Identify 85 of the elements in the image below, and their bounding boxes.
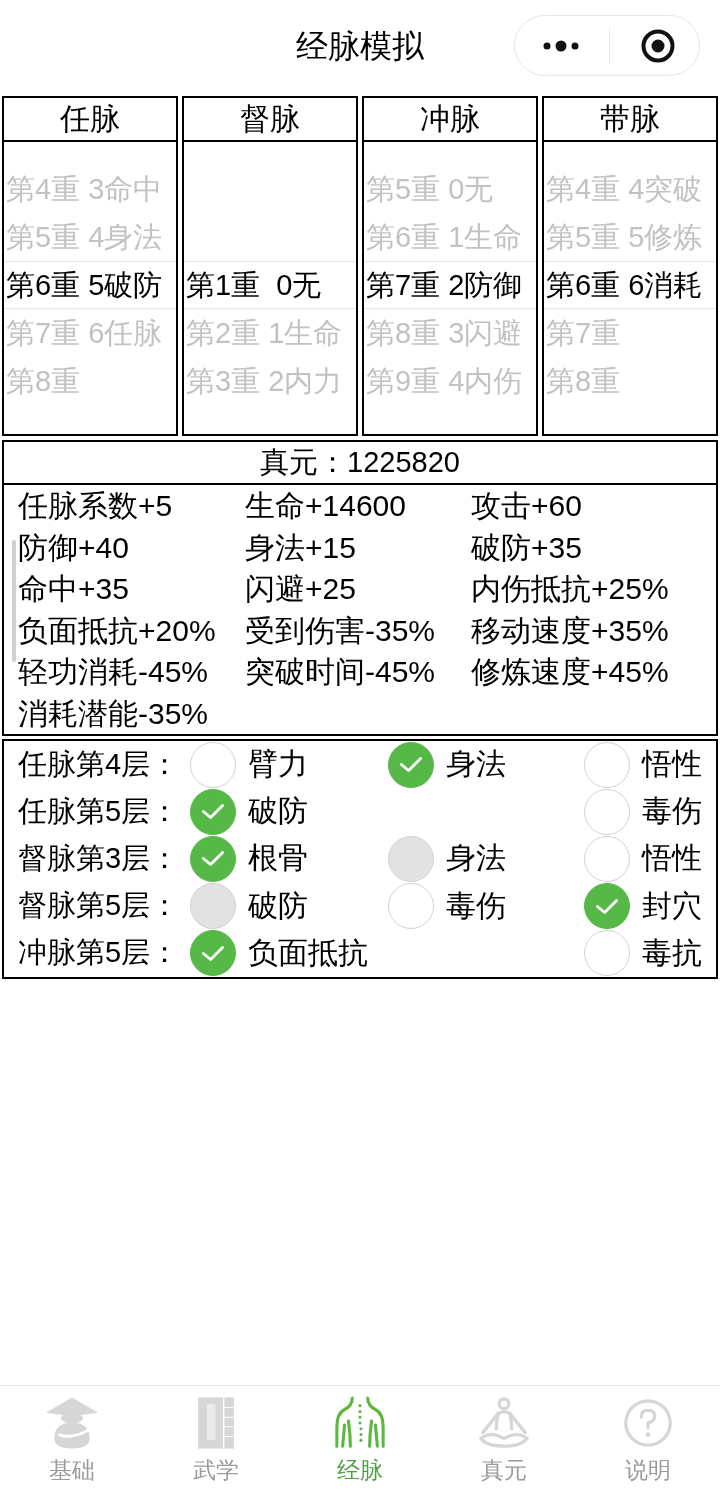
- column-header: 任脉: [4, 98, 176, 142]
- checkbox[interactable]: [584, 835, 630, 882]
- option-label: 根骨: [248, 840, 308, 877]
- stat-text: 受到伤害-35%: [245, 612, 437, 649]
- picker-option[interactable]: 第1重 0无: [184, 261, 356, 309]
- row-label: 任脉第4层：: [18, 746, 181, 782]
- picker-option[interactable]: 第4重 4突破: [544, 165, 716, 213]
- option-label: 臂力: [248, 746, 308, 783]
- option-label: 身法: [446, 840, 506, 877]
- row-label: 督脉第5层：: [18, 888, 181, 924]
- option-label: 破防: [248, 793, 308, 830]
- picker-option[interactable]: 第9重 4内伤: [364, 357, 536, 405]
- checkbox[interactable]: [190, 788, 236, 835]
- checkbox[interactable]: [584, 883, 630, 930]
- checkbox[interactable]: [190, 930, 236, 977]
- tab-item[interactable]: 真元: [432, 1386, 576, 1498]
- option-label: 悟性: [642, 746, 702, 783]
- picker-option[interactable]: 第6重 1生命: [364, 213, 536, 261]
- option-label: 毒伤: [642, 793, 702, 830]
- stat-text: 移动速度+35%: [471, 612, 670, 649]
- picker-option[interactable]: 第4重 3命中: [4, 165, 176, 213]
- option-label: 毒伤: [446, 887, 506, 924]
- checkbox[interactable]: [584, 930, 630, 977]
- stat-text: 闪避+25: [245, 571, 357, 607]
- stat-text: 负面抵抗+20%: [18, 612, 217, 649]
- option-label: 破防: [248, 887, 308, 924]
- picker-option[interactable]: 第2重 1生命: [184, 309, 356, 357]
- page-title: 经脉模拟: [296, 27, 424, 66]
- picker-option[interactable]: 第8重: [544, 357, 716, 405]
- column-header: 带脉: [544, 98, 716, 142]
- checkbox[interactable]: [190, 741, 236, 788]
- option-label: 悟性: [642, 840, 702, 877]
- picker-option[interactable]: 第8重 3闪避: [364, 309, 536, 357]
- stats-header: 真元：1225820: [4, 442, 716, 485]
- option-label: 身法: [446, 746, 506, 783]
- stat-text: 突破时间-45%: [245, 654, 437, 690]
- picker-option[interactable]: 第8重: [4, 357, 176, 405]
- tab-item[interactable]: 基础: [0, 1386, 144, 1498]
- checkbox[interactable]: [388, 741, 434, 788]
- stat-text: 轻功消耗-45%: [18, 654, 210, 690]
- picker-option[interactable]: 第7重 6任脉: [4, 309, 176, 357]
- tab-item[interactable]: 说明: [576, 1386, 720, 1498]
- picker-option[interactable]: 第3重 2内力: [184, 357, 356, 405]
- meditation-icon: [477, 1396, 531, 1450]
- stat-text: 防御+40: [18, 529, 130, 566]
- picker-option[interactable]: 第6重 5破防: [4, 261, 176, 309]
- checkmark-icon: [201, 944, 225, 962]
- picker-option[interactable]: 第5重 4身法: [4, 213, 176, 261]
- help-icon: [621, 1396, 675, 1450]
- tab-item[interactable]: 武学: [144, 1386, 288, 1498]
- stat-text: 任脉系数+5: [18, 488, 174, 524]
- checkbox[interactable]: [584, 741, 630, 788]
- stat-text: 内伤抵抗+25%: [471, 571, 670, 607]
- row-label: 督脉第3层：: [18, 840, 181, 876]
- row-label: 冲脉第5层：: [18, 935, 181, 971]
- option-label: 负面抵抗: [248, 934, 368, 971]
- checkbox[interactable]: [388, 883, 434, 930]
- checkbox[interactable]: [190, 835, 236, 882]
- column-header: 冲脉: [364, 98, 536, 142]
- stat-text: 攻击+60: [471, 488, 583, 524]
- picker-option[interactable]: 第6重 6消耗: [544, 261, 716, 309]
- stat-text: 破防+35: [471, 529, 583, 566]
- checkmark-icon: [399, 756, 423, 774]
- picker-option[interactable]: 第7重: [544, 309, 716, 357]
- checkbox[interactable]: [584, 788, 630, 835]
- stat-text: 生命+14600: [245, 488, 407, 524]
- target-icon[interactable]: [641, 28, 675, 63]
- more-icon[interactable]: [543, 39, 579, 52]
- checkmark-icon: [595, 897, 619, 915]
- stat-text: 身法+15: [245, 529, 357, 566]
- checkmark-icon: [201, 850, 225, 868]
- column-header: 督脉: [184, 98, 356, 142]
- option-label: 封穴: [642, 887, 702, 924]
- row-label: 任脉第5层：: [18, 793, 181, 829]
- picker-option[interactable]: 第7重 2防御: [364, 261, 536, 309]
- checkmark-icon: [201, 803, 225, 821]
- tab-item[interactable]: 经脉: [288, 1386, 432, 1498]
- stat-text: 修炼速度+45%: [471, 654, 670, 690]
- stat-text: 消耗潜能-35%: [18, 695, 210, 732]
- option-label: 毒抗: [642, 934, 702, 971]
- hat-figure-icon: [45, 1396, 99, 1450]
- torso-icon: [333, 1396, 387, 1450]
- picker-option[interactable]: 第5重 0无: [364, 165, 536, 213]
- picker-option[interactable]: 第5重 5修炼: [544, 213, 716, 261]
- stat-text: 命中+35: [18, 571, 130, 607]
